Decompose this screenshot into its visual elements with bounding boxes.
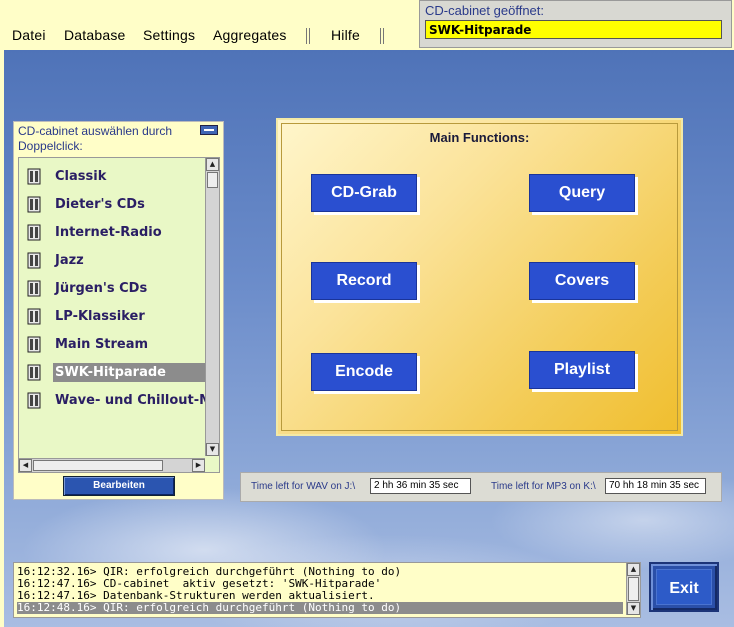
list-item-label: Jürgen's CDs [55, 281, 148, 296]
minimize-icon[interactable] [200, 125, 218, 135]
list-item-label: Classik [55, 169, 107, 184]
list-item-label: LP-Klassiker [55, 309, 145, 324]
opened-cabinet-value: SWK-Hitparade [425, 20, 722, 39]
log-line-highlighted: 16:12:48.16> QIR: erfolgreich durchgefüh… [17, 602, 623, 614]
wav-time-label: Time left for WAV on J:\ [251, 481, 356, 492]
cabinet-list-title: CD-cabinet auswählen durch Doppelclick: [18, 124, 173, 153]
scroll-thumb[interactable] [33, 460, 163, 471]
list-item[interactable]: Jazz [23, 250, 205, 272]
main-functions-title: Main Functions: [429, 130, 530, 145]
menu-hilfe[interactable]: Hilfe [331, 27, 360, 43]
list-item-label: Wave- und Chillout-Mu [55, 393, 220, 408]
list-item[interactable]: LP-Klassiker [23, 306, 205, 328]
cd-cabinet-icon [27, 364, 41, 381]
scroll-left-icon[interactable]: ◀ [19, 459, 32, 472]
mp3-time-label: Time left for MP3 on K:\ [491, 481, 596, 492]
menu-aggregates[interactable]: Aggregates [213, 27, 287, 43]
menu-bar: Datei Database Settings Aggregates Hilfe [0, 26, 420, 46]
record-button[interactable]: Record [311, 262, 417, 300]
menu-settings[interactable]: Settings [143, 27, 195, 43]
log-line: 16:12:47.16> Datenbank-Strukturen werden… [17, 590, 375, 602]
cabinet-list-panel: CD-cabinet auswählen durch Doppelclick: … [13, 121, 224, 500]
cd-cabinet-icon [27, 168, 41, 185]
scroll-down-icon[interactable]: ▼ [627, 602, 640, 615]
scroll-up-icon[interactable]: ▲ [206, 158, 219, 171]
opened-cabinet-label: CD-cabinet geöffnet: [425, 3, 544, 18]
mp3-time-field: 70 hh 18 min 35 sec [605, 478, 706, 494]
list-item-label: SWK-Hitparade [53, 363, 207, 382]
exit-button[interactable]: Exit [649, 562, 719, 612]
encode-button[interactable]: Encode [311, 353, 417, 391]
cd-cabinet-icon [27, 336, 41, 353]
cabinet-listbox[interactable]: Classik Dieter's CDs Internet-Radio Jazz… [18, 157, 220, 473]
scroll-up-icon[interactable]: ▲ [627, 563, 640, 576]
list-item[interactable]: Dieter's CDs [23, 194, 205, 216]
menu-separator [306, 28, 312, 44]
scroll-thumb[interactable] [207, 172, 218, 188]
log-panel[interactable]: 16:12:32.16> QIR: erfolgreich durchgefüh… [13, 562, 641, 618]
log-scrollbar[interactable]: ▲ ▼ [626, 563, 640, 615]
log-line: 16:12:32.16> QIR: erfolgreich durchgefüh… [17, 566, 402, 578]
cd-cabinet-icon [27, 252, 41, 269]
cd-cabinet-icon [27, 224, 41, 241]
list-item-label: Jazz [55, 253, 84, 268]
menu-database[interactable]: Database [64, 27, 126, 43]
cd-cabinet-icon [27, 280, 41, 297]
list-item[interactable]: Wave- und Chillout-Mu [23, 390, 219, 412]
app-window: Datei Database Settings Aggregates Hilfe… [0, 0, 734, 627]
covers-button[interactable]: Covers [529, 262, 635, 300]
cd-cabinet-icon [27, 308, 41, 325]
opened-cabinet-panel: CD-cabinet geöffnet: SWK-Hitparade [419, 0, 732, 48]
query-button[interactable]: Query [529, 174, 635, 212]
vertical-scrollbar[interactable]: ▲ ▼ [205, 158, 219, 456]
list-item-label: Dieter's CDs [55, 197, 145, 212]
menu-separator [380, 28, 386, 44]
wav-time-field: 2 hh 36 min 35 sec [370, 478, 471, 494]
list-item-label: Main Stream [55, 337, 149, 352]
log-line: 16:12:47.16> CD-cabinet aktiv gesetzt: '… [17, 578, 382, 590]
edit-button[interactable]: Bearbeiten [63, 476, 175, 496]
menu-datei[interactable]: Datei [12, 27, 46, 43]
list-item[interactable]: Classik [23, 166, 205, 188]
main-functions-panel: Main Functions: CD-Grab Query Record Cov… [276, 118, 683, 436]
playlist-button[interactable]: Playlist [529, 351, 635, 389]
list-item-label: Internet-Radio [55, 225, 162, 240]
list-item[interactable]: Jürgen's CDs [23, 278, 205, 300]
scroll-down-icon[interactable]: ▼ [206, 443, 219, 456]
exit-button-label: Exit [656, 569, 712, 605]
scroll-right-icon[interactable]: ▶ [192, 459, 205, 472]
list-item-selected[interactable]: SWK-Hitparade [23, 362, 207, 384]
horizontal-scrollbar[interactable]: ◀ ▶ [19, 458, 205, 472]
cd-grab-button[interactable]: CD-Grab [311, 174, 417, 212]
cd-cabinet-icon [27, 392, 41, 409]
time-left-panel: Time left for WAV on J:\ 2 hh 36 min 35 … [240, 472, 722, 502]
cd-cabinet-icon [27, 196, 41, 213]
scroll-thumb[interactable] [628, 577, 639, 601]
list-item[interactable]: Main Stream [23, 334, 205, 356]
list-item[interactable]: Internet-Radio [23, 222, 205, 244]
